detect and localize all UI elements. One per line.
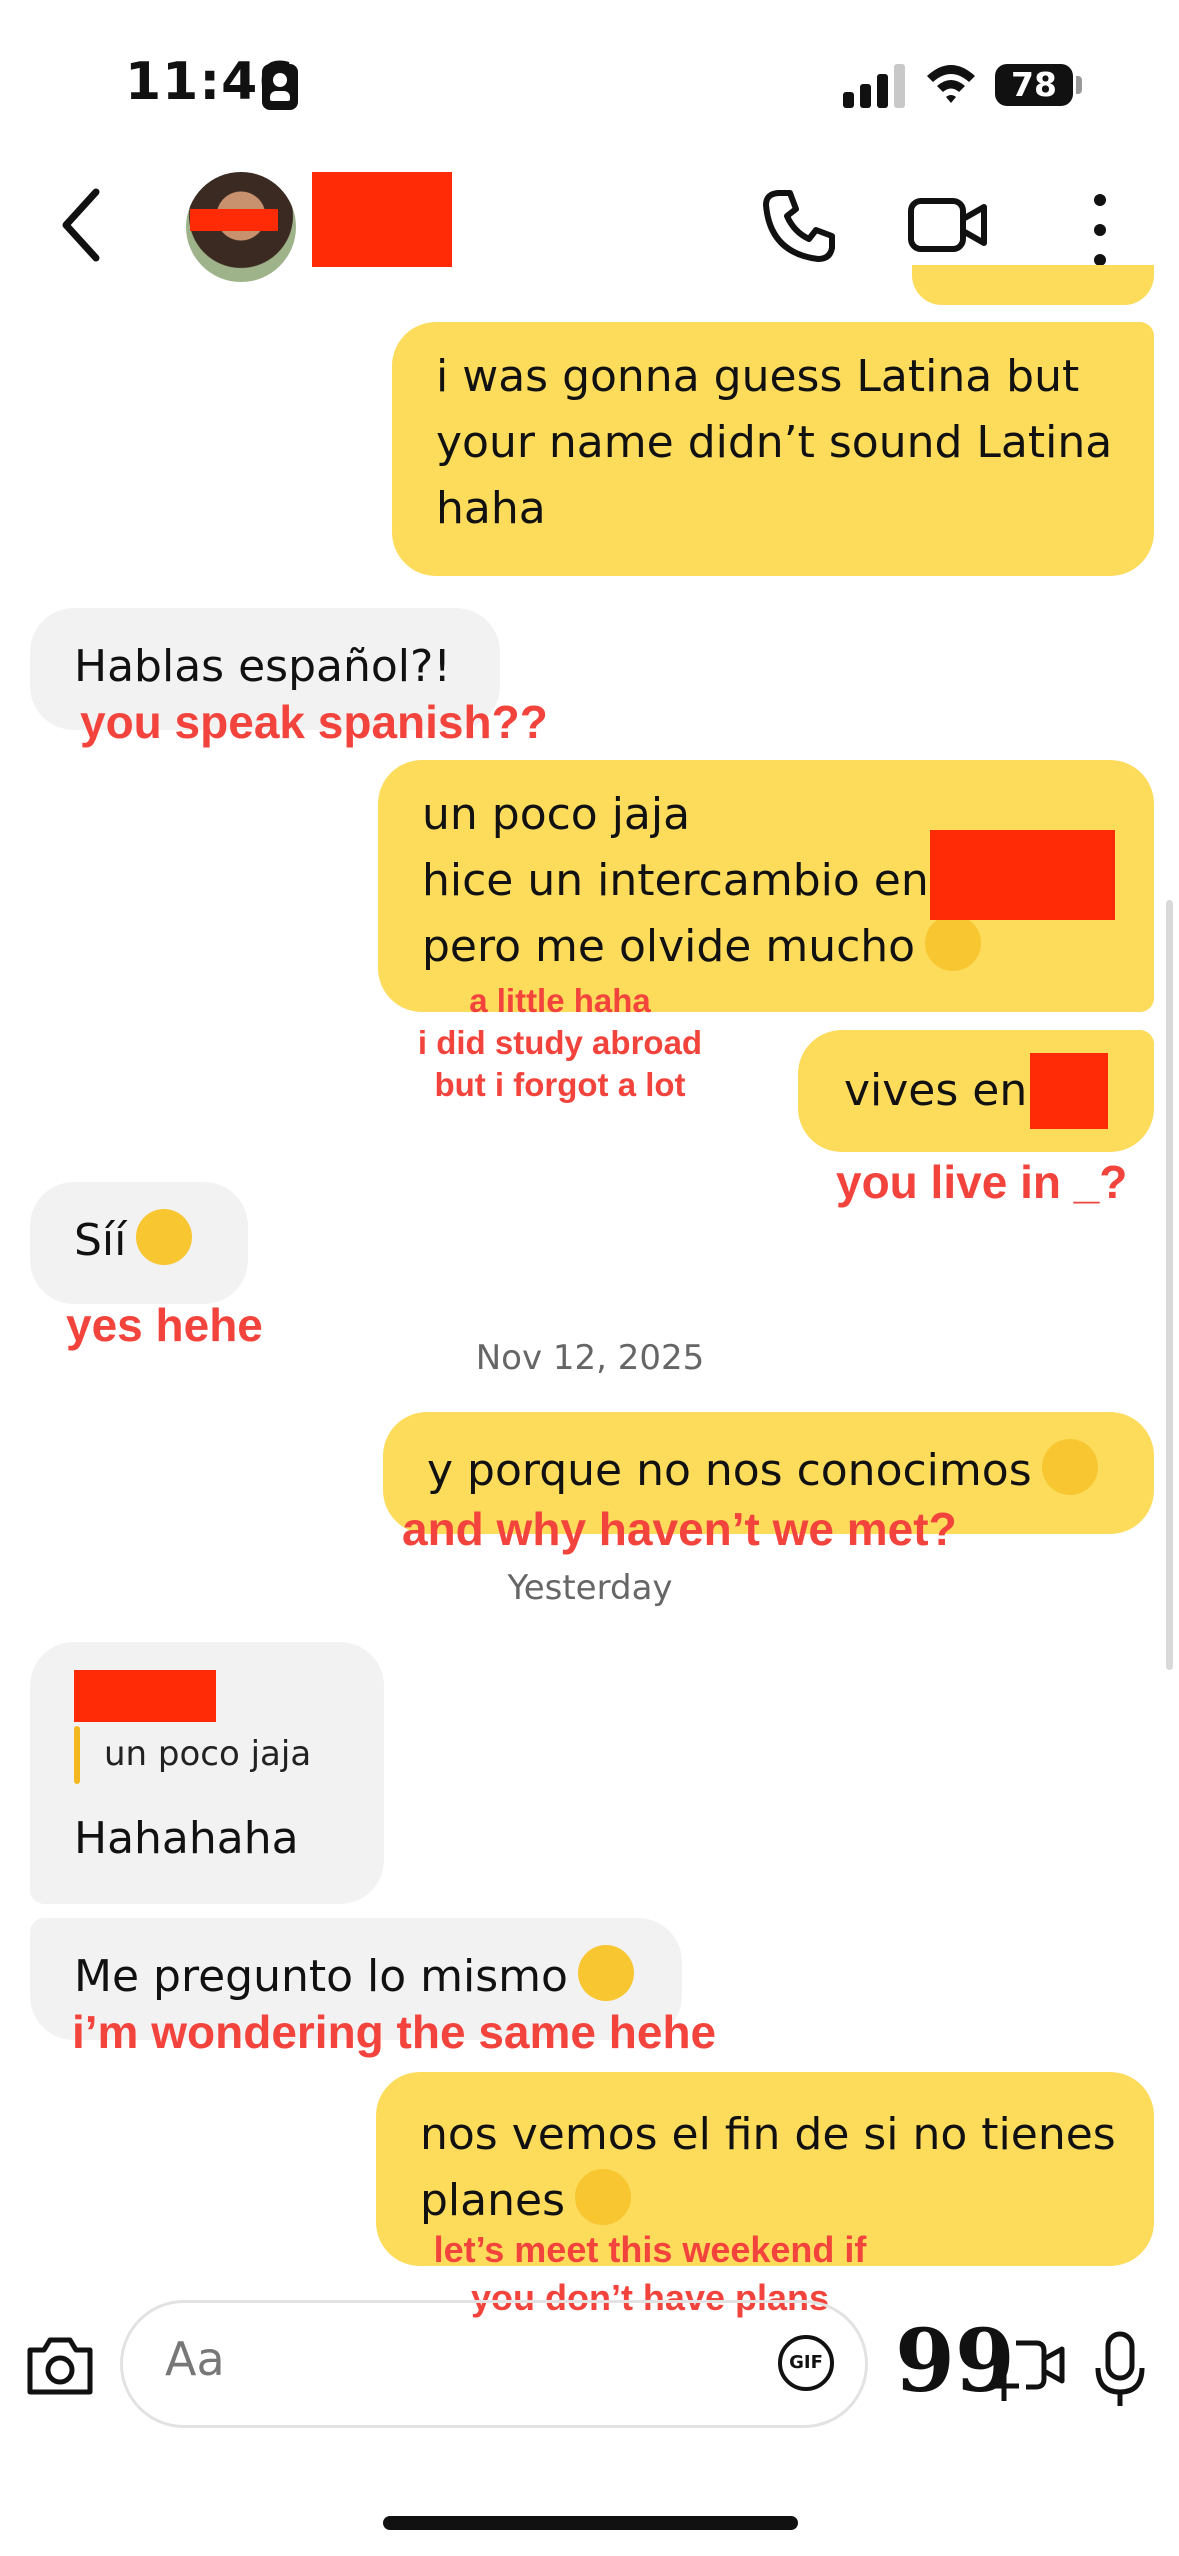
add-video-icon[interactable]: [986, 2335, 1066, 2405]
thinking-emoji: [1041, 1439, 1098, 1495]
translation-annotation: and why haven’t we met?: [402, 1503, 957, 1555]
battery-indicator: 78: [995, 64, 1073, 106]
gif-button[interactable]: GIF: [778, 2335, 834, 2391]
message-text: Me pregunto lo mismo: [74, 1951, 568, 2002]
message-input[interactable]: [120, 2300, 868, 2428]
message-bubble-sent[interactable]: i was gonna guess Latina but your name d…: [392, 322, 1154, 576]
location-redaction: [1030, 1053, 1108, 1129]
message-text: y porque no nos conocimos: [427, 1445, 1032, 1496]
date-separator: Yesterday: [507, 1568, 673, 1608]
message-text: haha: [436, 483, 546, 534]
message-bubble-received[interactable]: Síí: [30, 1182, 248, 1304]
translation-annotation: i’m wondering the same hehe: [72, 2006, 717, 2058]
reply-quote-text: un poco jaja: [104, 1734, 312, 1774]
hand-over-mouth-emoji: [136, 1209, 193, 1265]
contact-card-icon: [262, 64, 298, 110]
translation-annotation: you speak spanish??: [80, 696, 548, 748]
cellular-signal-icon: [843, 64, 905, 108]
date-separator: Nov 12, 2025: [475, 1338, 705, 1378]
phone-icon[interactable]: [760, 185, 840, 265]
translation-annotation: a little haha i did study abroad but i f…: [417, 982, 703, 1103]
message-text: Síí: [74, 1215, 127, 1266]
wink-emoji: [575, 2169, 631, 2225]
translation-annotation: yes hehe: [66, 1299, 263, 1351]
message-text: Hablas español?!: [74, 641, 451, 692]
home-indicator[interactable]: [383, 2516, 798, 2530]
message-input-placeholder: Aa: [165, 2332, 225, 2386]
reply-author-redaction: [74, 1670, 216, 1722]
translation-annotation: you live in _?: [836, 1156, 1128, 1208]
avatar-redaction: [190, 209, 278, 231]
message-text: nos vemos el fin de si no tienes: [420, 2109, 1116, 2160]
message-text: i was gonna guess Latina but: [436, 351, 1080, 402]
message-text: Hahahaha: [74, 1813, 299, 1864]
previous-message-bubble[interactable]: [912, 265, 1154, 305]
wifi-icon: [927, 65, 975, 103]
battery-tip: [1076, 76, 1082, 94]
message-text: pero me olvide mucho: [422, 921, 916, 972]
message-text: planes: [420, 2175, 565, 2226]
location-redaction: [930, 830, 1115, 920]
scrollbar[interactable]: [1166, 900, 1173, 1670]
video-call-icon[interactable]: [908, 195, 988, 255]
back-icon[interactable]: [48, 180, 118, 270]
message-bubble-received[interactable]: un poco jaja Hahahaha: [30, 1642, 384, 1904]
camera-icon[interactable]: [24, 2330, 96, 2402]
message-text: your name didn’t sound Latina: [436, 417, 1113, 468]
reply-quote-bar: [74, 1726, 80, 1784]
hand-over-mouth-emoji: [577, 1945, 634, 2001]
contact-name-redaction[interactable]: [312, 172, 452, 267]
more-options-icon[interactable]: [1080, 190, 1120, 270]
microphone-icon[interactable]: [1090, 2330, 1150, 2410]
sweat-smile-emoji: [925, 915, 982, 971]
